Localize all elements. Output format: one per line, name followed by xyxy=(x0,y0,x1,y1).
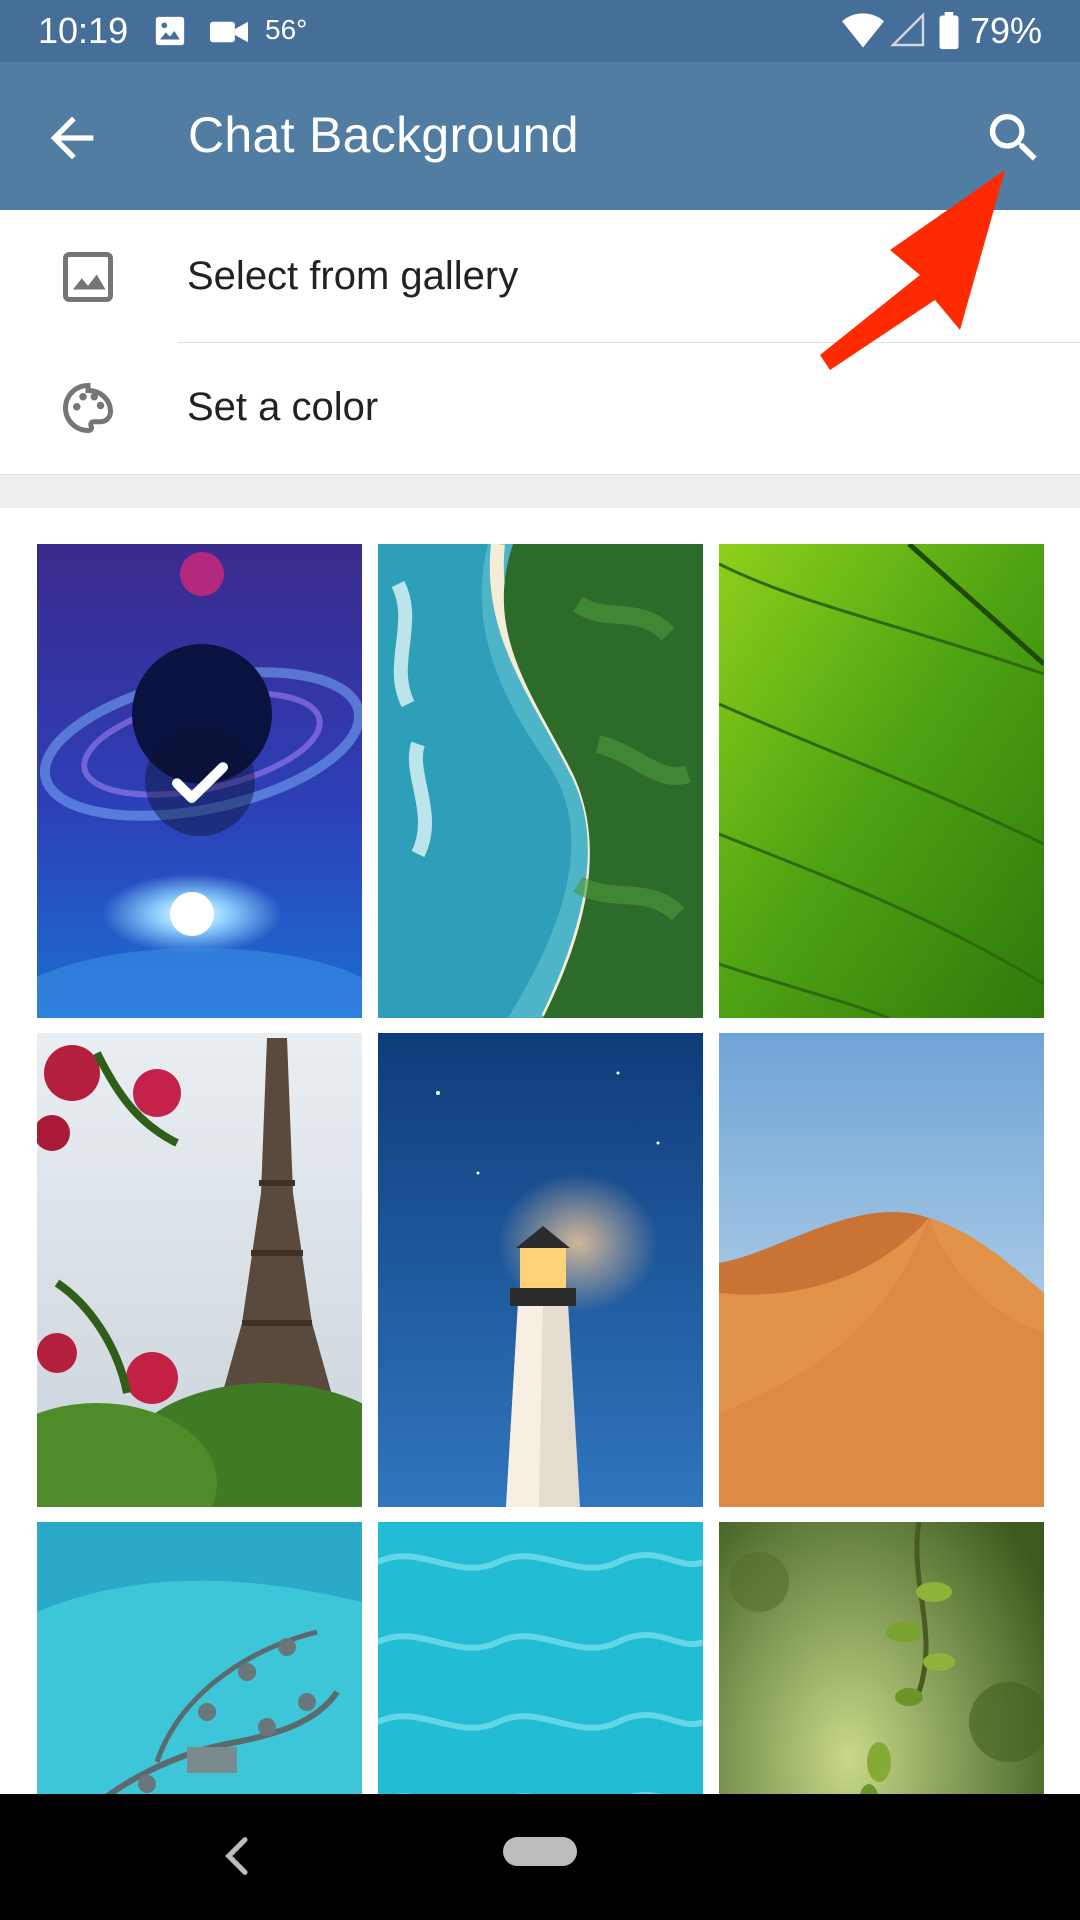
battery-icon xyxy=(938,12,960,55)
wallpaper-green-foliage[interactable] xyxy=(719,1522,1044,1794)
wallpaper-grid xyxy=(0,508,1080,1794)
video-camera-icon xyxy=(210,18,248,51)
arrow-back-icon[interactable] xyxy=(40,106,104,170)
wallpaper-maldives-villas[interactable] xyxy=(37,1522,362,1794)
palette-icon xyxy=(58,378,118,438)
annotation-arrow-icon xyxy=(800,150,1030,390)
wifi-icon xyxy=(842,12,884,53)
system-navigation-bar xyxy=(0,1794,1080,1920)
set-a-color-label: Set a color xyxy=(187,385,379,429)
status-bar: 10:19 56° 79% xyxy=(0,0,1080,62)
image-icon xyxy=(58,247,118,307)
wallpaper-turquoise-water[interactable] xyxy=(378,1522,703,1794)
wallpaper-eiffel-tower[interactable] xyxy=(37,1033,362,1507)
section-separator xyxy=(0,474,1080,509)
nav-back-icon[interactable] xyxy=(210,1828,266,1884)
page-title: Chat Background xyxy=(188,107,579,163)
wallpaper-aerial-beach[interactable] xyxy=(378,544,703,1018)
status-temperature: 56° xyxy=(265,14,308,45)
selected-checkmark-icon xyxy=(145,726,255,836)
wallpaper-green-leaf[interactable] xyxy=(719,544,1044,1018)
status-battery-percent: 79% xyxy=(970,10,1043,51)
select-from-gallery-label: Select from gallery xyxy=(187,254,519,298)
image-notification-icon xyxy=(153,14,187,53)
nav-home-pill[interactable] xyxy=(503,1837,577,1866)
cellular-signal-icon xyxy=(890,12,926,53)
wallpaper-lighthouse[interactable] xyxy=(378,1033,703,1507)
status-time: 10:19 xyxy=(38,10,129,51)
wallpaper-sand-dune[interactable] xyxy=(719,1033,1044,1507)
